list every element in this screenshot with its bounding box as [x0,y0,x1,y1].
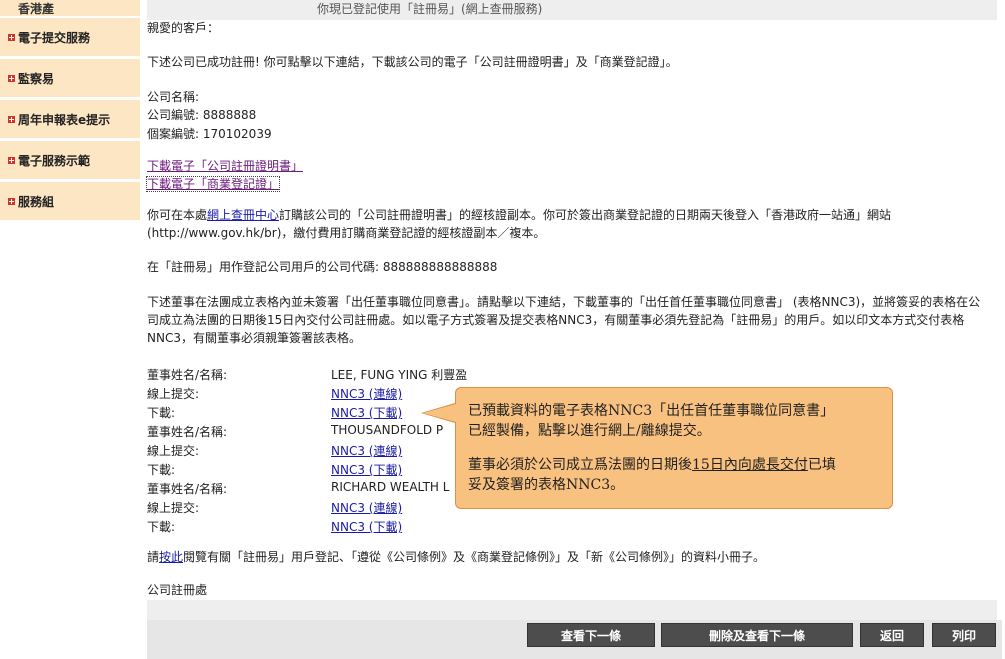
sidebar: 香港產 電子提交服務 監察易 周年申報表e提示 電子服務示範 服務組 [0,0,140,659]
online-label: 線上提交: [147,501,200,515]
sidebar-top-label: 香港產 [18,2,55,16]
greeting: 親愛的客戶： [147,21,220,35]
sidebar-item-monitor[interactable]: 監察易 [0,59,140,97]
company-code-row: 在「註冊易」用作登記公司用戶的公司代碼: 888888888888888 [147,258,497,276]
director-name: LEE, FUNG YING 利豐盈 [331,368,468,382]
signature: 公司註冊處 [147,583,208,597]
company-no-value: 8888888 [202,108,257,122]
tooltip-line2: 已經製備，點擊以進行網上/離線提交。 [468,423,711,439]
nnc3-download-link[interactable]: NNC3 (下載) [331,520,402,534]
download-label: 下載: [147,463,176,477]
company-code-label: 在「註冊易」用作登記公司用戶的公司代碼: [147,260,380,274]
online-search-centre-link[interactable]: 網上查冊中心 [207,208,279,222]
nnc3-tooltip: 已預載資料的電子表格NNC3「出任首任董事職位同意書」 已經製備，點擊以進行網上… [455,387,893,509]
print-button[interactable]: 列印 [932,623,996,647]
plus-icon [8,156,15,164]
tooltip-arrow-inner [423,404,456,422]
tooltip-line3-pre: 董事必須於公司成立爲法團的日期後 [468,457,692,473]
sidebar-item-label: 監察易 [18,71,55,86]
sidebar-item-label: 電子服務示範 [18,153,91,168]
footer-strip [147,600,997,620]
nnc3-download-link[interactable]: NNC3 (下載) [331,406,402,420]
tooltip-line3: 董事必須於公司成立爲法團的日期後15日內向處長交付已填 [468,455,880,475]
plus-icon [8,115,15,123]
nnc3-online-link[interactable]: NNC3 (連線) [331,444,402,458]
tooltip-line4: 妥及簽署的表格NNC3。 [468,477,625,493]
file-no-value: 170102039 [202,127,272,141]
tooltip-line3-post: 已填 [807,457,836,473]
sidebar-item-label: 周年申報表e提示 [18,112,111,127]
nnc3-online-link[interactable]: NNC3 (連線) [331,501,402,515]
company-name-label: 公司名稱: [147,90,200,104]
director-name: RICHARD WEALTH L [331,480,450,494]
booklet-text-post: 閱覽有關「註冊易」用戶登記、「遵從《公司條例》及《商業登記條例》」及「新《公司條… [183,550,766,564]
file-no-label: 個案編號: [147,127,200,141]
next-button[interactable]: 查看下一條 [527,623,655,647]
online-label: 線上提交: [147,387,200,401]
director-name: THOUSANDFOLD P [331,423,444,437]
download-label: 下載: [147,520,176,534]
order-text: 你可在本處網上查冊中心訂購該公司的「公司註冊證明書」的經核證副本。你可於簽出商業… [147,206,891,224]
tooltip-line3-underlined: 15日內向處長交付 [692,457,808,473]
company-no-row: 公司編號: 8888888 [147,106,256,124]
tooltip-line1: 已預載資料的電子表格NNC3「出任首任董事職位同意書」 [468,403,835,419]
nnc3-online-link[interactable]: NNC3 (連線) [331,387,402,401]
company-no-label: 公司編號: [147,108,200,122]
plus-icon [8,197,15,205]
company-code-value: 888888888888888 [382,260,498,274]
download-br-link[interactable]: 下載電子「商業登記證」 [145,176,281,192]
download-label: 下載: [147,406,176,420]
sidebar-item-label: 服務組 [18,194,55,209]
booklet-link[interactable]: 按此 [159,550,183,564]
nnc3-download-link[interactable]: NNC3 (下載) [331,463,402,477]
sidebar-item-annual-return[interactable]: 周年申報表e提示 [0,100,140,138]
plus-icon [8,33,15,41]
nnc3-paragraph: 下述董事在法團成立表格內並未簽署「出任董事職位同意書」。請點擊以下連結，下載董事… [147,295,981,345]
sidebar-item-service-unit[interactable]: 服務組 [0,182,140,220]
sidebar-item-e-demo[interactable]: 電子服務示範 [0,141,140,179]
download-cert-link[interactable]: 下載電子「公司註冊證明書」 [147,159,303,173]
plus-icon [8,74,15,82]
sidebar-item-label: 電子提交服務 [18,30,91,45]
order-text-line2: (http://www.gov.hk/br)，繳付費用訂購商業登記證的經核證副本… [147,226,546,240]
order-text-pre: 你可在本處 [147,208,208,222]
sidebar-top-item[interactable]: 香港產 [0,0,140,16]
booklet-text: 請按此閱覽有關「註冊易」用戶登記、「遵從《公司條例》及《商業登記條例》」及「新《… [147,548,765,566]
delete-next-button[interactable]: 刪除及查看下一條 [661,623,853,647]
director-label: 董事姓名/名稱: [147,368,228,382]
header-strip-text: 你現已登記使用「註冊易」(網上查冊服務) [317,2,543,16]
header-strip: 你現已登記使用「註冊易」(網上查冊服務) [147,0,997,20]
director-label: 董事姓名/名稱: [147,425,228,439]
booklet-text-pre: 請 [147,550,160,564]
intro-text: 下述公司已成功註冊! 你可點擊以下連結，下載該公司的電子「公司註冊證明書」及「商… [147,55,678,69]
file-no-row: 個案編號: 170102039 [147,125,272,143]
back-button[interactable]: 返回 [860,623,924,647]
sidebar-item-e-submission[interactable]: 電子提交服務 [0,18,140,56]
director-label: 董事姓名/名稱: [147,482,228,496]
online-label: 線上提交: [147,444,200,458]
order-text-post: 訂購該公司的「公司註冊證明書」的經核證副本。你可於簽出商業登記證的日期兩天後登入… [279,208,892,222]
